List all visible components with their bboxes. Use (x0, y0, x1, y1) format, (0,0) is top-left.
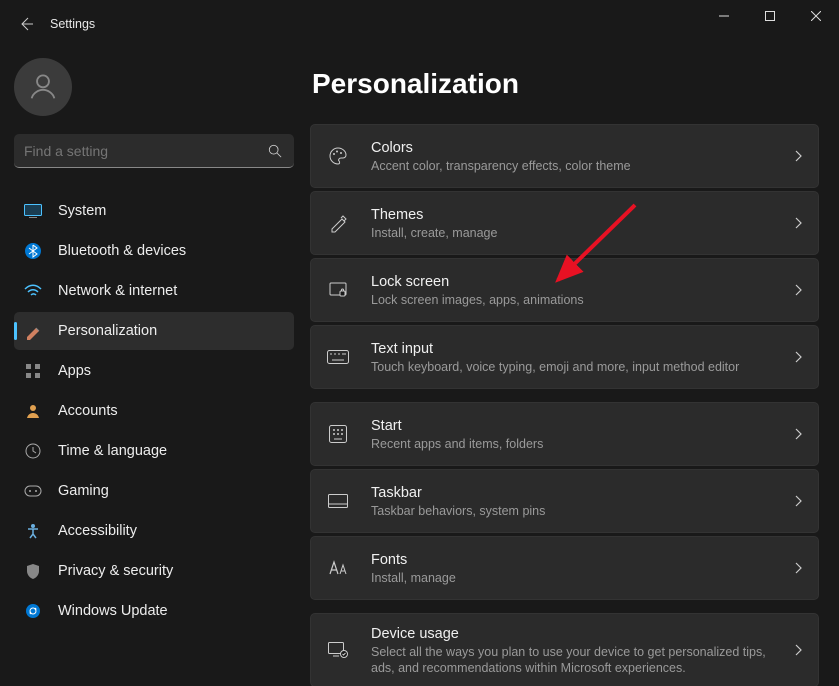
nav-item-accessibility[interactable]: Accessibility (14, 512, 294, 550)
card-desc: Lock screen images, apps, animations (371, 292, 772, 308)
nav-label: Privacy & security (58, 563, 173, 579)
card-desc: Recent apps and items, folders (371, 436, 772, 452)
card-title: Device usage (371, 624, 772, 644)
back-button[interactable] (10, 8, 42, 40)
nav-label: Time & language (58, 443, 167, 459)
card-desc: Touch keyboard, voice typing, emoji and … (371, 359, 772, 375)
user-avatar[interactable] (14, 58, 72, 116)
network-icon (22, 280, 44, 302)
nav-item-privacy[interactable]: Privacy & security (14, 552, 294, 590)
personalization-icon (22, 320, 44, 342)
system-icon (22, 200, 44, 222)
card-title: Taskbar (371, 483, 772, 503)
search-box[interactable] (14, 134, 294, 168)
fonts-icon (327, 557, 349, 579)
time-icon (22, 440, 44, 462)
chevron-right-icon (794, 644, 802, 656)
lock-icon (327, 279, 349, 301)
card-desc: Install, manage (371, 570, 772, 586)
sidebar: System Bluetooth & devices Network & inter… (0, 48, 305, 686)
update-icon (22, 600, 44, 622)
chevron-right-icon (794, 284, 802, 296)
nav-label: Gaming (58, 483, 109, 499)
nav-item-system[interactable]: System (14, 192, 294, 230)
privacy-icon (22, 560, 44, 582)
card-title: Themes (371, 205, 772, 225)
card-colors[interactable]: ColorsAccent color, transparency effects… (310, 124, 819, 188)
card-title: Text input (371, 339, 772, 359)
search-input[interactable] (24, 143, 268, 159)
page-title: Personalization (310, 68, 819, 100)
chevron-right-icon (794, 351, 802, 363)
card-lock[interactable]: Lock screenLock screen images, apps, ani… (310, 258, 819, 322)
card-title: Fonts (371, 550, 772, 570)
search-icon (268, 144, 284, 158)
settings-cards: ColorsAccent color, transparency effects… (310, 124, 819, 686)
nav-label: System (58, 203, 106, 219)
nav-item-gaming[interactable]: Gaming (14, 472, 294, 510)
nav-item-network[interactable]: Network & internet (14, 272, 294, 310)
start-icon (327, 423, 349, 445)
bluetooth-icon (22, 240, 44, 262)
card-title: Colors (371, 138, 772, 158)
chevron-right-icon (794, 495, 802, 507)
card-desc: Taskbar behaviors, system pins (371, 503, 772, 519)
card-themes[interactable]: ThemesInstall, create, manage (310, 191, 819, 255)
nav-label: Accounts (58, 403, 118, 419)
card-fonts[interactable]: FontsInstall, manage (310, 536, 819, 600)
nav-item-update[interactable]: Windows Update (14, 592, 294, 630)
card-text[interactable]: Text inputTouch keyboard, voice typing, … (310, 325, 819, 389)
accessibility-icon (22, 520, 44, 542)
card-desc: Select all the ways you plan to use your… (371, 644, 772, 676)
minimize-button[interactable] (701, 0, 747, 32)
maximize-button[interactable] (747, 0, 793, 32)
chevron-right-icon (794, 428, 802, 440)
titlebar: Settings (0, 0, 839, 48)
chevron-right-icon (794, 217, 802, 229)
chevron-right-icon (794, 150, 802, 162)
card-title: Lock screen (371, 272, 772, 292)
nav-item-time[interactable]: Time & language (14, 432, 294, 470)
accounts-icon (22, 400, 44, 422)
card-desc: Install, create, manage (371, 225, 772, 241)
nav-item-apps[interactable]: Apps (14, 352, 294, 390)
nav-item-personalization[interactable]: Personalization (14, 312, 294, 350)
window-title: Settings (50, 17, 95, 31)
nav-item-accounts[interactable]: Accounts (14, 392, 294, 430)
card-taskbar[interactable]: TaskbarTaskbar behaviors, system pins (310, 469, 819, 533)
nav-label: Personalization (58, 323, 157, 339)
content: Personalization ColorsAccent color, tran… (305, 48, 839, 686)
gaming-icon (22, 480, 44, 502)
card-device[interactable]: Device usageSelect all the ways you plan… (310, 613, 819, 686)
card-start[interactable]: StartRecent apps and items, folders (310, 402, 819, 466)
nav-label: Windows Update (58, 603, 168, 619)
nav-item-bluetooth[interactable]: Bluetooth & devices (14, 232, 294, 270)
themes-icon (327, 212, 349, 234)
chevron-right-icon (794, 562, 802, 574)
card-desc: Accent color, transparency effects, colo… (371, 158, 772, 174)
nav-label: Bluetooth & devices (58, 243, 186, 259)
apps-icon (22, 360, 44, 382)
nav-label: Accessibility (58, 523, 137, 539)
text-icon (327, 346, 349, 368)
card-title: Start (371, 416, 772, 436)
nav-list: System Bluetooth & devices Network & inter… (14, 192, 291, 630)
taskbar-icon (327, 490, 349, 512)
close-button[interactable] (793, 0, 839, 32)
nav-label: Apps (58, 363, 91, 379)
nav-label: Network & internet (58, 283, 177, 299)
device-icon (327, 639, 349, 661)
colors-icon (327, 145, 349, 167)
